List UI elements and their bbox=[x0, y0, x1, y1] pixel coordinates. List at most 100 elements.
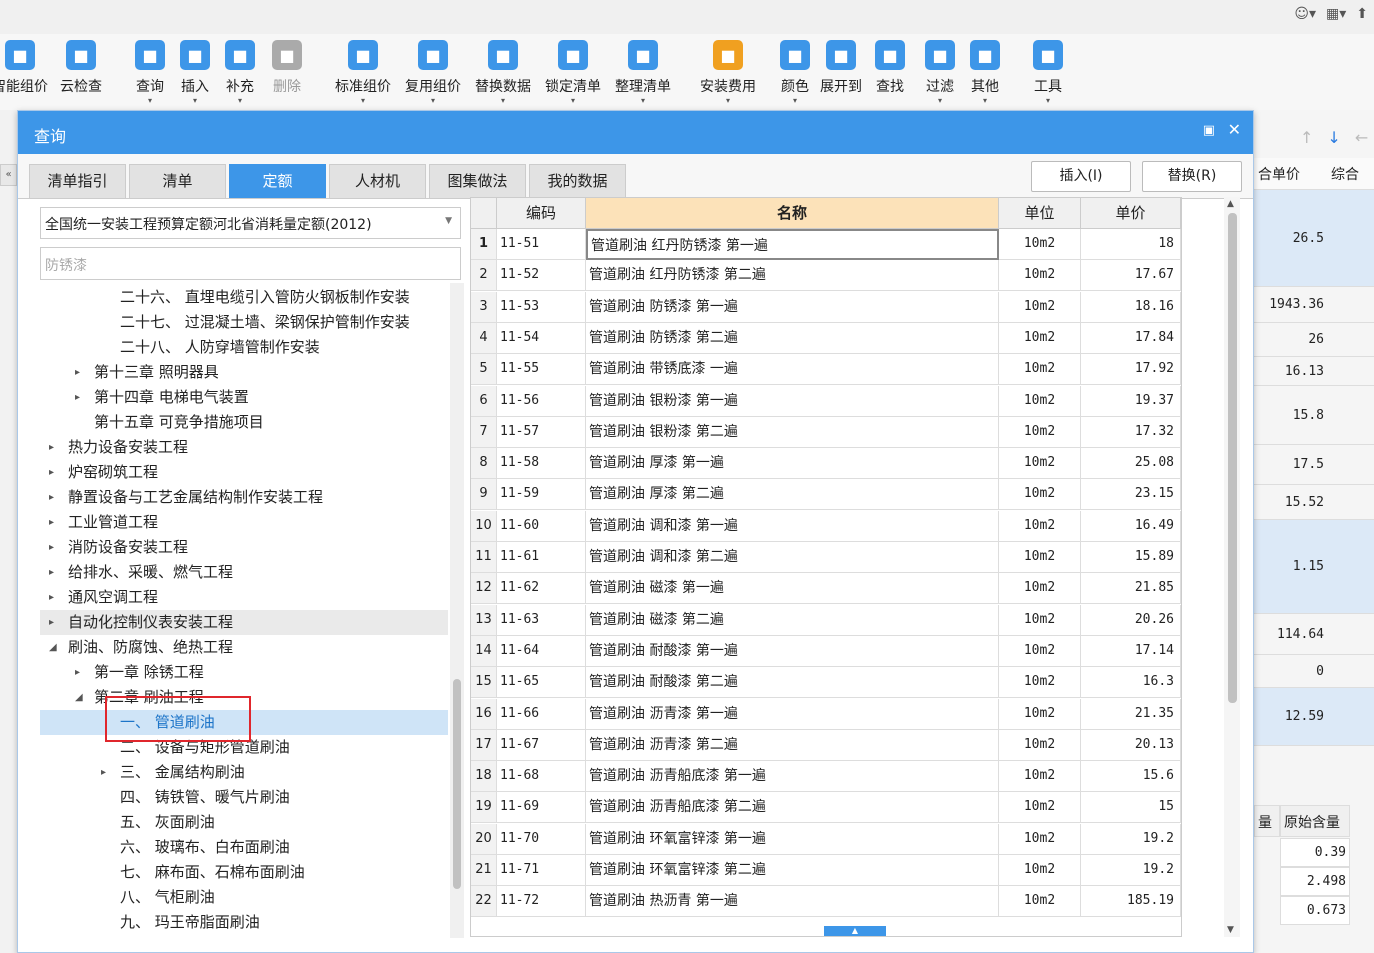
tree-scrollbar-thumb[interactable] bbox=[453, 679, 461, 889]
bg-value-cell[interactable]: 1.15 bbox=[1254, 520, 1327, 614]
table-cell[interactable]: 11 bbox=[471, 542, 497, 573]
bg-value-cell-2[interactable] bbox=[1327, 287, 1374, 323]
scroll-down-icon[interactable]: ▼ bbox=[1227, 925, 1234, 935]
quota-library-select[interactable]: 全国统一安装工程预算定额河北省消耗量定额(2012) ▼ bbox=[40, 207, 461, 239]
tree-node[interactable]: 六、 玻璃布、白布面刷油 bbox=[40, 835, 448, 860]
table-cell[interactable]: 10m2 bbox=[999, 479, 1081, 511]
table-cell[interactable]: 管道刷油 耐酸漆 第二遍 bbox=[586, 667, 999, 699]
table-cell[interactable]: 管道刷油 沥青船底漆 第一遍 bbox=[586, 761, 999, 793]
table-cell[interactable]: 11-63 bbox=[497, 604, 586, 636]
table-cell[interactable]: 管道刷油 沥青漆 第二遍 bbox=[586, 729, 999, 761]
table-cell[interactable]: 10m2 bbox=[999, 510, 1081, 542]
table-cell[interactable]: 10m2 bbox=[999, 604, 1081, 636]
table-cell[interactable]: 20.26 bbox=[1081, 604, 1181, 636]
table-cell[interactable]: 11-53 bbox=[497, 291, 586, 323]
expand-arrow-icon[interactable]: ▸ bbox=[49, 460, 54, 485]
move-left-icon[interactable]: ← bbox=[1355, 128, 1368, 147]
table-scrollbar[interactable]: ▲ ▼ bbox=[1224, 197, 1240, 937]
expand-arrow-icon[interactable]: ▸ bbox=[101, 760, 106, 785]
ribbon-standard-pricing-button[interactable]: ■ 标准组价 ▾ bbox=[335, 40, 391, 106]
ribbon-reuse-pricing-button[interactable]: ■ 复用组价 ▾ bbox=[405, 40, 461, 106]
tree-node[interactable]: ▸ 第十四章 电梯电气装置 bbox=[40, 385, 448, 410]
table-cell[interactable]: 管道刷油 银粉漆 第一遍 bbox=[586, 385, 999, 417]
column-header[interactable]: 编码 bbox=[497, 198, 586, 229]
replace-button[interactable]: 替换(R) bbox=[1142, 161, 1242, 192]
bg-value-cell[interactable]: 114.64 bbox=[1254, 614, 1327, 655]
table-cell[interactable]: 3 bbox=[471, 291, 497, 323]
close-icon[interactable]: ✕ bbox=[1228, 120, 1241, 139]
table-cell[interactable]: 管道刷油 磁漆 第二遍 bbox=[586, 604, 999, 636]
table-cell[interactable]: 11-54 bbox=[497, 322, 586, 354]
table-cell[interactable]: 管道刷油 沥青船底漆 第二遍 bbox=[586, 792, 999, 824]
table-cell[interactable]: 11-69 bbox=[497, 792, 586, 824]
bg-value-cell[interactable]: 15.8 bbox=[1254, 386, 1327, 445]
table-cell[interactable]: 管道刷油 调和漆 第二遍 bbox=[586, 542, 999, 573]
table-cell[interactable]: 17 bbox=[471, 729, 497, 761]
bg-value-cell-2[interactable] bbox=[1327, 386, 1374, 445]
table-cell[interactable]: 管道刷油 耐酸漆 第一遍 bbox=[586, 635, 999, 667]
bg-value-cell[interactable]: 17.5 bbox=[1254, 445, 1327, 485]
table-cell[interactable]: 4 bbox=[471, 322, 497, 354]
table-cell[interactable]: 19.2 bbox=[1081, 855, 1181, 886]
table-scrollbar-thumb[interactable] bbox=[1228, 213, 1237, 703]
tree-node[interactable]: ◢ 刷油、防腐蚀、绝热工程 bbox=[40, 635, 448, 660]
collapse-left-button[interactable]: « bbox=[0, 164, 17, 186]
table-cell[interactable]: 11-71 bbox=[497, 855, 586, 886]
tree-node[interactable]: ▸ 工业管道工程 bbox=[40, 510, 448, 535]
tree-node[interactable]: ▸ 三、 金属结构刷油 bbox=[40, 760, 448, 785]
ribbon-lock-list-button[interactable]: ■ 锁定清单 ▾ bbox=[545, 40, 601, 106]
expand-arrow-icon[interactable]: ▸ bbox=[75, 360, 80, 385]
scroll-up-icon[interactable]: ▲ bbox=[1227, 199, 1234, 209]
table-cell[interactable]: 11-52 bbox=[497, 260, 586, 292]
table-cell[interactable]: 10m2 bbox=[999, 667, 1081, 699]
ribbon-cloud-check-button[interactable]: ■ 云检查 bbox=[60, 40, 102, 106]
table-cell[interactable]: 19.37 bbox=[1081, 385, 1181, 417]
tab-1[interactable]: 清单 bbox=[129, 164, 226, 198]
user-icon[interactable]: ☺▾ bbox=[1294, 6, 1316, 22]
table-cell[interactable]: 管道刷油 环氧富锌漆 第一遍 bbox=[586, 823, 999, 855]
table-cell[interactable]: 10m2 bbox=[999, 385, 1081, 417]
table-cell[interactable]: 13 bbox=[471, 604, 497, 636]
table-cell[interactable]: 11-70 bbox=[497, 823, 586, 855]
table-cell[interactable]: 11-67 bbox=[497, 729, 586, 761]
insert-button[interactable]: 插入(I) bbox=[1031, 161, 1131, 192]
table-cell[interactable]: 管道刷油 银粉漆 第二遍 bbox=[586, 416, 999, 448]
table-cell[interactable]: 16.49 bbox=[1081, 510, 1181, 542]
table-cell[interactable]: 19 bbox=[471, 792, 497, 824]
ribbon-query-button[interactable]: ■ 查询 ▾ bbox=[135, 40, 165, 106]
table-cell[interactable]: 18 bbox=[471, 761, 497, 793]
expand-arrow-icon[interactable]: ▸ bbox=[49, 435, 54, 460]
table-cell[interactable]: 15 bbox=[1081, 792, 1181, 824]
move-up-icon[interactable]: ↑ bbox=[1300, 128, 1313, 147]
bg-value-cell[interactable]: 15.52 bbox=[1254, 485, 1327, 520]
expand-bottom-icon[interactable]: ▲ bbox=[824, 926, 886, 936]
upload-icon[interactable]: ⬆ bbox=[1356, 6, 1368, 22]
ribbon-insert-button[interactable]: ■ 插入 ▾ bbox=[180, 40, 210, 106]
tree-node[interactable]: 七、 麻布面、石棉布面刷油 bbox=[40, 860, 448, 885]
ribbon-other-button[interactable]: ■ 其他 ▾ bbox=[970, 40, 1000, 106]
ribbon-filter-button[interactable]: ■ 过滤 ▾ bbox=[925, 40, 955, 106]
table-cell[interactable]: 管道刷油 调和漆 第一遍 bbox=[586, 510, 999, 542]
table-cell[interactable]: 17.14 bbox=[1081, 635, 1181, 667]
table-cell[interactable]: 11-55 bbox=[497, 354, 586, 386]
table-cell[interactable]: 11-60 bbox=[497, 510, 586, 542]
column-header[interactable]: 名称 bbox=[586, 198, 999, 229]
tree-node[interactable]: 第十五章 可竞争措施项目 bbox=[40, 410, 448, 435]
table-cell[interactable]: 10m2 bbox=[999, 698, 1081, 730]
expand-arrow-icon[interactable]: ▸ bbox=[49, 610, 54, 635]
table-cell[interactable]: 11-65 bbox=[497, 667, 586, 699]
table-cell[interactable]: 11-58 bbox=[497, 448, 586, 480]
maximize-icon[interactable]: ▣ bbox=[1203, 123, 1215, 138]
table-cell[interactable]: 管道刷油 环氧富锌漆 第二遍 bbox=[586, 855, 999, 886]
table-cell[interactable]: 10m2 bbox=[999, 542, 1081, 573]
table-cell[interactable]: 18 bbox=[1081, 229, 1181, 260]
table-cell[interactable]: 11-56 bbox=[497, 385, 586, 417]
table-cell[interactable]: 管道刷油 磁漆 第一遍 bbox=[586, 573, 999, 605]
column-header[interactable]: 单价 bbox=[1081, 198, 1181, 229]
table-cell[interactable]: 11-64 bbox=[497, 635, 586, 667]
bg-sub-value-cell[interactable]: 0.673 bbox=[1280, 896, 1350, 925]
tab-4[interactable]: 图集做法 bbox=[429, 164, 526, 198]
bg-value-cell[interactable]: 0 bbox=[1254, 655, 1327, 688]
expand-arrow-icon[interactable]: ▸ bbox=[49, 510, 54, 535]
tree-node[interactable]: ▸ 给排水、采暖、燃气工程 bbox=[40, 560, 448, 585]
